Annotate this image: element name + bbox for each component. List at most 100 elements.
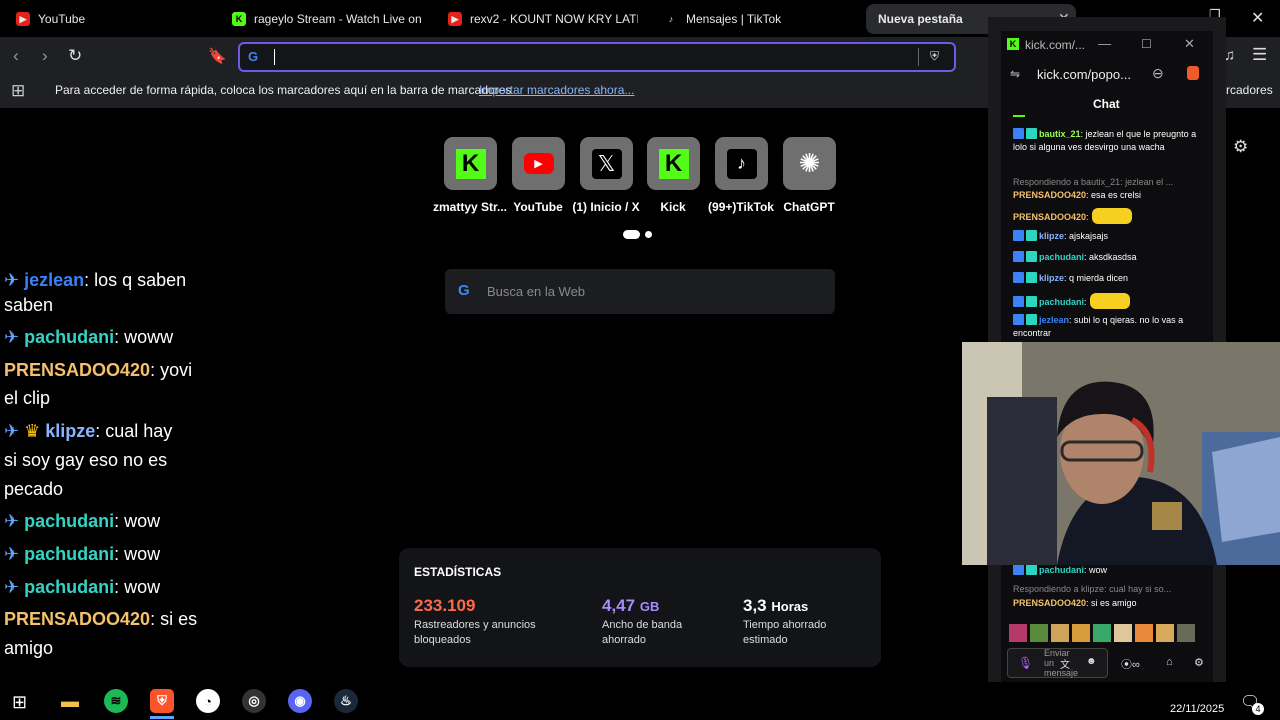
bookmark-icon[interactable]: 🔖 bbox=[208, 47, 227, 65]
webcam-image bbox=[962, 342, 1280, 565]
clock-app-icon[interactable]: ◔ bbox=[196, 689, 220, 713]
emote-icon[interactable] bbox=[1177, 624, 1195, 642]
brave-shield-icon[interactable] bbox=[1187, 66, 1199, 80]
emote-icon bbox=[1089, 293, 1130, 309]
shortcut-kick[interactable]: K bbox=[647, 137, 700, 190]
shortcut-zmattyy[interactable]: K bbox=[444, 137, 497, 190]
translate-icon[interactable]: 文 bbox=[1060, 656, 1070, 671]
page-indicator-active[interactable] bbox=[623, 230, 640, 239]
import-bookmarks-link[interactable]: Importar marcadores ahora... bbox=[479, 83, 634, 97]
chat-username[interactable]: pachudani bbox=[24, 327, 114, 347]
steam-icon[interactable]: ♨ bbox=[334, 689, 358, 713]
start-button[interactable]: ⊞ bbox=[12, 692, 27, 713]
menu-icon[interactable]: ☰ bbox=[1252, 45, 1267, 65]
brave-shield-icon[interactable]: ⛨ bbox=[930, 49, 939, 64]
tab-title: rageylo Stream - Watch Live on Ki bbox=[254, 12, 422, 26]
badge-icon bbox=[1013, 251, 1024, 262]
emote-icon[interactable] bbox=[1135, 624, 1153, 642]
chat-username[interactable]: klipze bbox=[45, 421, 95, 441]
reload-button[interactable]: ↻ bbox=[68, 46, 82, 66]
chat-username[interactable]: pachudani bbox=[24, 577, 114, 597]
chat-username[interactable]: PRENSADOO420 bbox=[4, 609, 150, 629]
chat-message: PRENSADOO420: si es amigo bbox=[1013, 597, 1208, 610]
chat-text: : esa es crelsi bbox=[1086, 190, 1142, 200]
store-icon[interactable]: ⌂ bbox=[1166, 656, 1173, 668]
emote-icon[interactable] bbox=[1114, 624, 1132, 642]
emote-icon[interactable] bbox=[1072, 624, 1090, 642]
subscriber-badge-icon bbox=[1026, 128, 1037, 139]
gear-icon[interactable]: ⚙ bbox=[1233, 137, 1248, 157]
emote-icon[interactable] bbox=[1051, 624, 1069, 642]
chat-message: klipze: q mierda dicen bbox=[1013, 272, 1208, 285]
close-icon[interactable]: ✕ bbox=[1184, 36, 1195, 52]
shortcut-chatgpt[interactable]: ✺ bbox=[783, 137, 836, 190]
taskbar-date: 22/11/2025 bbox=[1170, 703, 1225, 715]
kick-icon: K bbox=[658, 148, 689, 179]
divider bbox=[918, 48, 919, 66]
chat-username[interactable]: pachudani bbox=[1039, 252, 1084, 262]
tab-rageylo[interactable]: K rageylo Stream - Watch Live on Ki bbox=[232, 4, 422, 34]
settings-icon[interactable]: ⚙ bbox=[1194, 656, 1204, 669]
page-indicator[interactable] bbox=[645, 231, 652, 238]
notification-count: 4 bbox=[1252, 703, 1264, 715]
chat-input[interactable]: 🎙 Enviar un mensaje 文 ☻ bbox=[1007, 648, 1108, 678]
points-icon[interactable]: ⦿∞ bbox=[1121, 656, 1140, 672]
stat-trackers-label: Rastreadores y anuncios bloqueados bbox=[414, 619, 536, 646]
back-button[interactable]: ‹ bbox=[13, 46, 19, 66]
shortcut-tiktok[interactable]: ♪ bbox=[715, 137, 768, 190]
tab-rexv2[interactable]: ▶ rexv2 - KOUNT NOW KRY LATER - bbox=[448, 4, 638, 34]
obs-icon[interactable]: ◎ bbox=[242, 689, 266, 713]
emote-icon[interactable] bbox=[1009, 624, 1027, 642]
stat-bandwidth-label: Ancho de banda ahorrado bbox=[602, 619, 683, 646]
zoom-icon[interactable]: ⊖ bbox=[1152, 65, 1164, 82]
x-icon: 𝕏 bbox=[591, 148, 622, 179]
chat-username[interactable]: bautix_21 bbox=[1039, 129, 1081, 139]
reply-text: Respondiendo a bautix_21: jezlean el ... bbox=[1013, 177, 1174, 187]
stat-trackers-value: 233.109 bbox=[414, 596, 476, 615]
chat-username[interactable]: jezlean bbox=[24, 270, 84, 290]
tab-title: rexv2 - KOUNT NOW KRY LATER - bbox=[470, 12, 638, 26]
chat-text: : wow bbox=[114, 577, 161, 597]
shortcut-x[interactable]: 𝕏 bbox=[580, 137, 633, 190]
popup-url[interactable]: kick.com/popo... bbox=[1037, 67, 1131, 82]
chat-username[interactable]: pachudani bbox=[24, 511, 114, 531]
close-window-icon[interactable]: ✕ bbox=[1251, 8, 1264, 28]
forward-button[interactable]: › bbox=[42, 46, 48, 66]
tab-tiktok[interactable]: ♪ Mensajes | TikTok bbox=[664, 4, 854, 34]
chat-username[interactable]: PRENSADOO420 bbox=[1013, 598, 1086, 608]
subscriber-badge-icon bbox=[1026, 230, 1037, 241]
emote-icon[interactable] bbox=[1156, 624, 1174, 642]
file-explorer-icon[interactable]: ▬ bbox=[58, 689, 82, 713]
chat-username[interactable]: PRENSADOO420 bbox=[1013, 190, 1086, 200]
microphone-icon[interactable]: 🎙 bbox=[1018, 656, 1033, 670]
chat-username[interactable]: jezlean bbox=[1039, 315, 1069, 325]
active-app-indicator bbox=[150, 716, 174, 719]
minimize-icon[interactable]: — bbox=[1098, 36, 1111, 51]
emote-icon[interactable] bbox=[1030, 624, 1048, 642]
address-bar[interactable]: G ⛨ bbox=[238, 42, 956, 72]
emote-icon[interactable] bbox=[1093, 624, 1111, 642]
spotify-icon[interactable]: ≋ bbox=[104, 689, 128, 713]
chat-username[interactable]: pachudani bbox=[24, 544, 114, 564]
maximize-icon[interactable]: ☐ bbox=[1141, 37, 1152, 51]
subscriber-badge-icon bbox=[1026, 564, 1037, 575]
chat-username[interactable]: pachudani bbox=[1039, 297, 1084, 307]
chat-username[interactable]: PRENSADOO420 bbox=[4, 360, 150, 380]
discord-icon[interactable]: ◉ bbox=[288, 689, 312, 713]
kick-icon: K bbox=[1007, 38, 1019, 50]
stat-time-value: 3,3 Horas bbox=[743, 596, 809, 615]
emoji-icon[interactable]: ☻ bbox=[1086, 656, 1097, 667]
site-settings-icon[interactable]: ⇋ bbox=[1010, 67, 1020, 81]
chat-username[interactable]: PRENSADOO420 bbox=[1013, 212, 1086, 222]
chat-username[interactable]: pachudani bbox=[1039, 565, 1084, 575]
chat-username[interactable]: klipze bbox=[1039, 273, 1064, 283]
badge-icon bbox=[1013, 230, 1024, 241]
emote-strip bbox=[1009, 624, 1197, 642]
shortcut-youtube[interactable]: ▶ bbox=[512, 137, 565, 190]
stats-title: ESTADÍSTICAS bbox=[414, 565, 502, 579]
chat-username[interactable]: klipze bbox=[1039, 231, 1064, 241]
apps-grid-icon[interactable]: ⊞ bbox=[11, 81, 25, 101]
brave-icon[interactable]: ⛨ bbox=[150, 689, 174, 713]
tab-youtube[interactable]: ▶ YouTube bbox=[16, 4, 216, 34]
web-search-box[interactable]: G Busca en la Web bbox=[445, 269, 835, 314]
